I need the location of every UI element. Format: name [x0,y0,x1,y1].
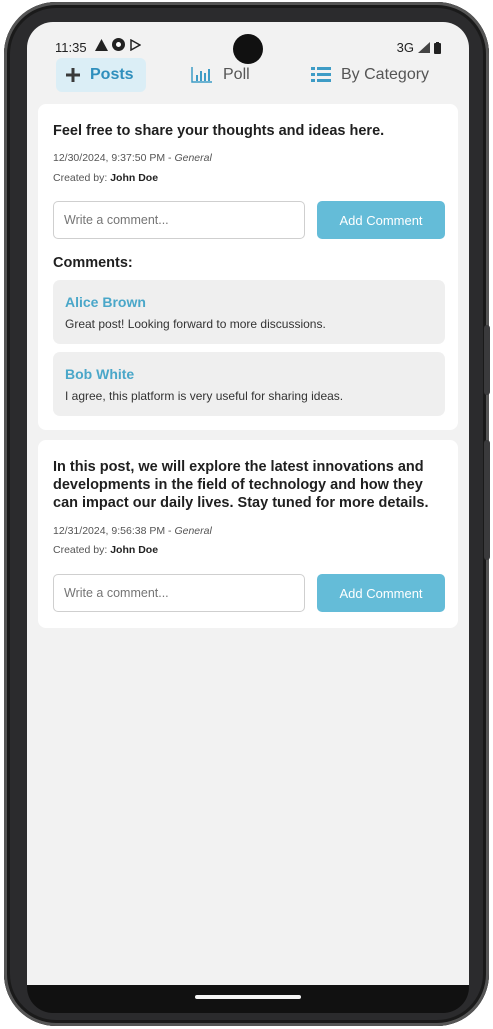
system-nav-bar [27,985,469,1013]
post-author: John Doe [110,172,159,184]
plus-icon [66,68,80,82]
post-author: John Doe [110,544,159,556]
post-datetime: 12/30/2024, 9:37:50 PM [53,152,166,164]
comment-input[interactable] [53,574,305,612]
network-type: 3G [396,40,414,55]
home-indicator[interactable] [195,995,301,999]
tab-by-category[interactable]: By Category [311,58,441,92]
signal-icon [418,42,430,53]
tab-poll[interactable]: Poll [191,58,271,92]
comments-heading: Comments: [53,255,133,271]
volume-button [484,440,490,560]
play-icon [130,38,141,51]
notification-icons [95,38,141,51]
comment-item: Bob White I agree, this platform is very… [53,352,445,416]
bar-chart-icon [191,67,213,83]
post-text: In this post, we will explore the latest… [53,459,429,511]
tab-by-category-label: By Category [341,66,430,83]
comment-author[interactable]: Alice Brown [65,294,146,310]
status-time: 11:35 [55,40,87,55]
comment-text: I agree, this platform is very useful fo… [65,389,344,403]
comment-input[interactable] [53,201,305,239]
app-notification-icon [112,38,125,51]
post-category: General [174,525,212,537]
warning-icon [95,38,108,51]
post-meta: 12/31/2024, 9:56:38 PM - General [53,525,212,537]
post-category: General [174,152,212,164]
battery-icon [434,41,441,54]
post-meta: 12/30/2024, 9:37:50 PM - General [53,152,212,164]
comment-author[interactable]: Bob White [65,366,134,382]
add-comment-button[interactable]: Add Comment [317,201,445,239]
post-created-by: Created by: John Doe [53,544,158,556]
list-icon [311,67,331,83]
power-button [484,325,490,395]
post-datetime: 12/31/2024, 9:56:38 PM [53,525,166,537]
created-by-label: Created by: [53,172,108,184]
post-text: Feel free to share your thoughts and ide… [53,123,385,139]
top-tabs: Posts Poll By Category [27,56,469,96]
post-created-by: Created by: John Doe [53,172,158,184]
tab-poll-label: Poll [223,66,250,83]
tab-posts-label: Posts [90,66,134,83]
created-by-label: Created by: [53,544,108,556]
post-card: Feel free to share your thoughts and ide… [38,104,458,430]
post-card: In this post, we will explore the latest… [38,440,458,628]
comment-text: Great post! Looking forward to more disc… [65,317,326,331]
comment-item: Alice Brown Great post! Looking forward … [53,280,445,344]
app-screen: 11:35 3G Posts Poll By Category Feel fre… [27,22,469,985]
add-comment-button[interactable]: Add Comment [317,574,445,612]
tab-posts[interactable]: Posts [56,58,146,92]
status-right: 3G [397,40,441,55]
